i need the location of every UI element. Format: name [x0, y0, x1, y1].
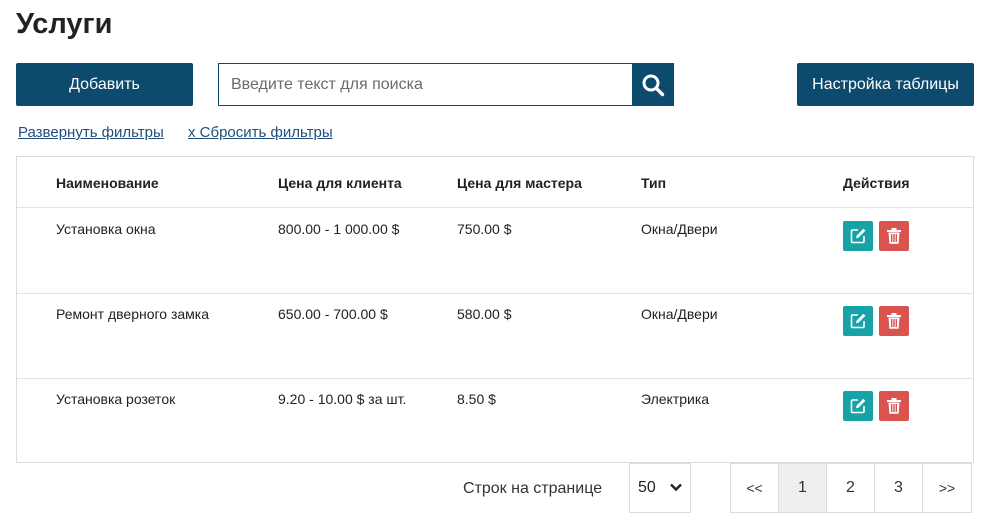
- last-page-button[interactable]: >>: [923, 464, 971, 512]
- delete-button[interactable]: [879, 221, 909, 251]
- column-header-actions: Действия: [843, 175, 910, 191]
- search-icon: [642, 74, 665, 96]
- cell-client-price: 800.00 - 1 000.00 $: [278, 221, 400, 237]
- cell-name: Установка розеток: [56, 391, 176, 407]
- trash-icon: [887, 398, 901, 414]
- add-button[interactable]: Добавить: [16, 63, 193, 106]
- trash-icon: [887, 313, 901, 329]
- rows-per-page-select[interactable]: 50: [629, 463, 691, 513]
- cell-type: Окна/Двери: [641, 221, 718, 237]
- edit-button[interactable]: [843, 306, 873, 336]
- page-title: Услуги: [16, 8, 113, 40]
- cell-client-price: 9.20 - 10.00 $ за шт.: [278, 391, 407, 407]
- edit-icon: [850, 228, 866, 244]
- page-button-2[interactable]: 2: [827, 464, 875, 512]
- first-page-button[interactable]: <<: [731, 464, 779, 512]
- table-row: Установка окна 800.00 - 1 000.00 $ 750.0…: [17, 208, 973, 294]
- column-header-name[interactable]: Наименование: [56, 175, 159, 191]
- cell-name: Установка окна: [56, 221, 156, 237]
- edit-icon: [850, 313, 866, 329]
- table-row: Ремонт дверного замка 650.00 - 700.00 $ …: [17, 293, 973, 379]
- search-button[interactable]: [632, 63, 674, 106]
- edit-button[interactable]: [843, 391, 873, 421]
- reset-filters-link[interactable]: x Сбросить фильтры: [188, 124, 333, 141]
- cell-type: Окна/Двери: [641, 306, 718, 322]
- table-settings-button[interactable]: Настройка таблицы: [797, 63, 974, 106]
- column-header-client-price[interactable]: Цена для клиента: [278, 175, 402, 191]
- column-header-type[interactable]: Тип: [641, 175, 666, 191]
- cell-master-price: 750.00 $: [457, 221, 512, 237]
- cell-master-price: 580.00 $: [457, 306, 512, 322]
- services-table: Наименование Цена для клиента Цена для м…: [16, 156, 974, 463]
- expand-filters-link[interactable]: Развернуть фильтры: [18, 124, 164, 141]
- rows-per-page-label: Строк на странице: [463, 480, 603, 497]
- search-bar: [218, 63, 674, 106]
- search-input[interactable]: [218, 63, 632, 106]
- page-button-3[interactable]: 3: [875, 464, 923, 512]
- delete-button[interactable]: [879, 391, 909, 421]
- chevron-down-icon: [670, 483, 682, 492]
- trash-icon: [887, 228, 901, 244]
- edit-icon: [850, 398, 866, 414]
- cell-type: Электрика: [641, 391, 710, 407]
- cell-master-price: 8.50 $: [457, 391, 496, 407]
- cell-name: Ремонт дверного замка: [56, 306, 210, 322]
- delete-button[interactable]: [879, 306, 909, 336]
- cell-client-price: 650.00 - 700.00 $: [278, 306, 388, 322]
- page-button-1[interactable]: 1: [779, 464, 827, 512]
- rows-per-page-value: 50: [638, 479, 656, 496]
- column-header-master-price[interactable]: Цена для мастера: [457, 175, 582, 191]
- table-row: Установка розеток 9.20 - 10.00 $ за шт. …: [17, 378, 973, 463]
- edit-button[interactable]: [843, 221, 873, 251]
- pagination: << 1 2 3 >>: [730, 463, 972, 513]
